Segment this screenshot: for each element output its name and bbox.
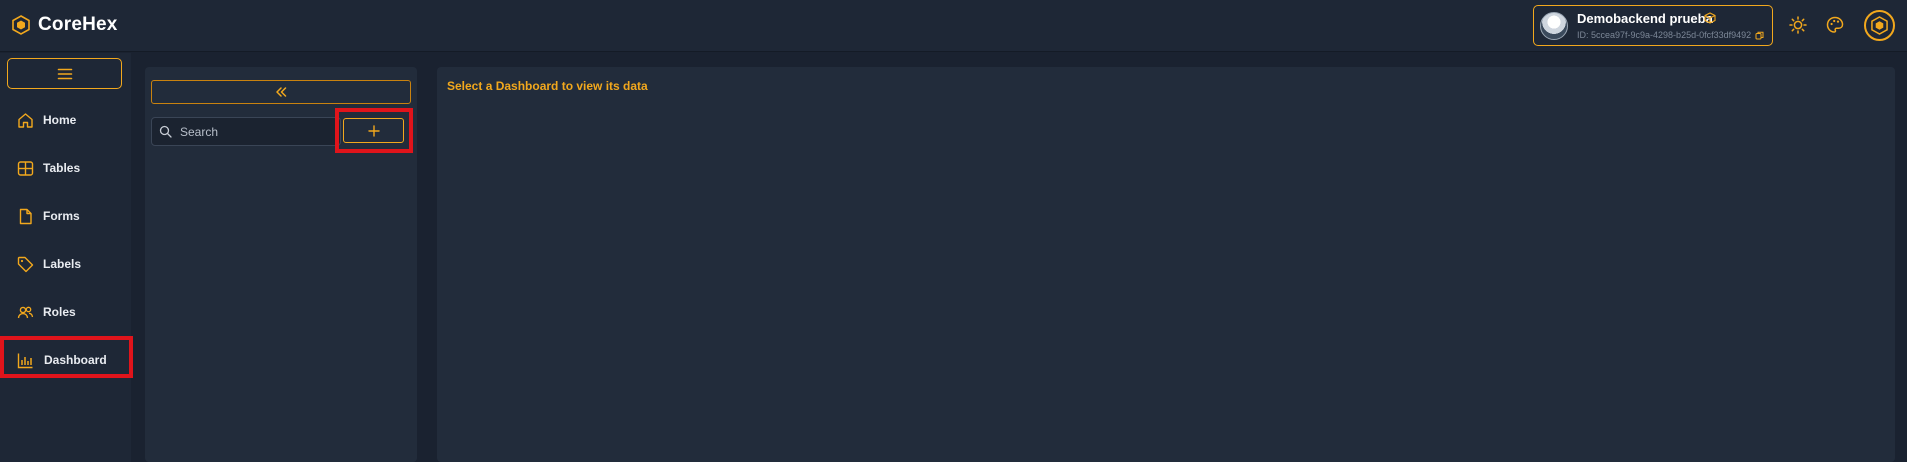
sidebar-item-label: Home — [43, 113, 77, 127]
copy-icon[interactable] — [1755, 31, 1764, 40]
add-dashboard-button[interactable] — [343, 118, 404, 143]
user-name: Demobackend prueba — [1577, 11, 1713, 26]
sidebar-item-home[interactable]: Home — [0, 101, 131, 139]
collapse-panel-button[interactable] — [151, 80, 411, 104]
menu-toggle-button[interactable] — [7, 58, 122, 89]
chevrons-left-icon — [276, 87, 287, 97]
dashboard-list-panel — [145, 67, 417, 462]
sidebar-item-label: Roles — [43, 305, 76, 319]
home-icon — [18, 112, 33, 128]
file-icon — [19, 208, 32, 224]
users-icon — [17, 306, 34, 318]
sidebar-item-label: Labels — [43, 257, 82, 271]
sidebar-item-labels[interactable]: Labels — [0, 245, 131, 283]
bar-chart-icon — [17, 353, 33, 368]
plus-icon — [367, 124, 380, 137]
app-name: CoreHex — [38, 14, 118, 35]
empty-state-message: Select a Dashboard to view its data — [447, 79, 648, 93]
sun-icon[interactable] — [1787, 14, 1809, 36]
palette-icon[interactable] — [1824, 14, 1846, 36]
top-bar: CoreHex Demobackend prueba ID: 5ccea97f-… — [0, 0, 1907, 52]
search-input[interactable] — [180, 122, 330, 142]
user-profile-card[interactable]: Demobackend prueba ID: 5ccea97f-9c9a-429… — [1533, 5, 1773, 46]
brand[interactable]: CoreHex — [12, 14, 118, 36]
sidebar-item-forms[interactable]: Forms — [0, 197, 131, 235]
sidebar: Home Tables Forms Labels Roles Dashboard — [0, 53, 133, 462]
hamburger-menu-icon — [57, 68, 72, 79]
tag-icon — [17, 256, 34, 272]
user-id: ID: 5ccea97f-9c9a-4298-b25d-0fcf33df9492 — [1577, 30, 1752, 40]
hexagon-badge-icon — [1871, 16, 1888, 35]
search-field[interactable] — [151, 117, 341, 146]
hexagon-logo-icon — [12, 15, 30, 35]
sidebar-item-label: Dashboard — [44, 353, 107, 367]
sidebar-item-label: Forms — [43, 209, 80, 223]
search-icon — [159, 125, 172, 138]
sidebar-item-dashboard[interactable]: Dashboard — [0, 341, 131, 379]
dashboard-view-panel: Select a Dashboard to view its data — [437, 67, 1895, 462]
sidebar-item-roles[interactable]: Roles — [0, 293, 131, 331]
table-icon — [17, 160, 34, 176]
avatar — [1540, 12, 1568, 40]
account-logo-button[interactable] — [1864, 10, 1895, 41]
sidebar-item-label: Tables — [43, 161, 81, 175]
cube-icon[interactable] — [1704, 12, 1716, 24]
sidebar-item-tables[interactable]: Tables — [0, 149, 131, 187]
